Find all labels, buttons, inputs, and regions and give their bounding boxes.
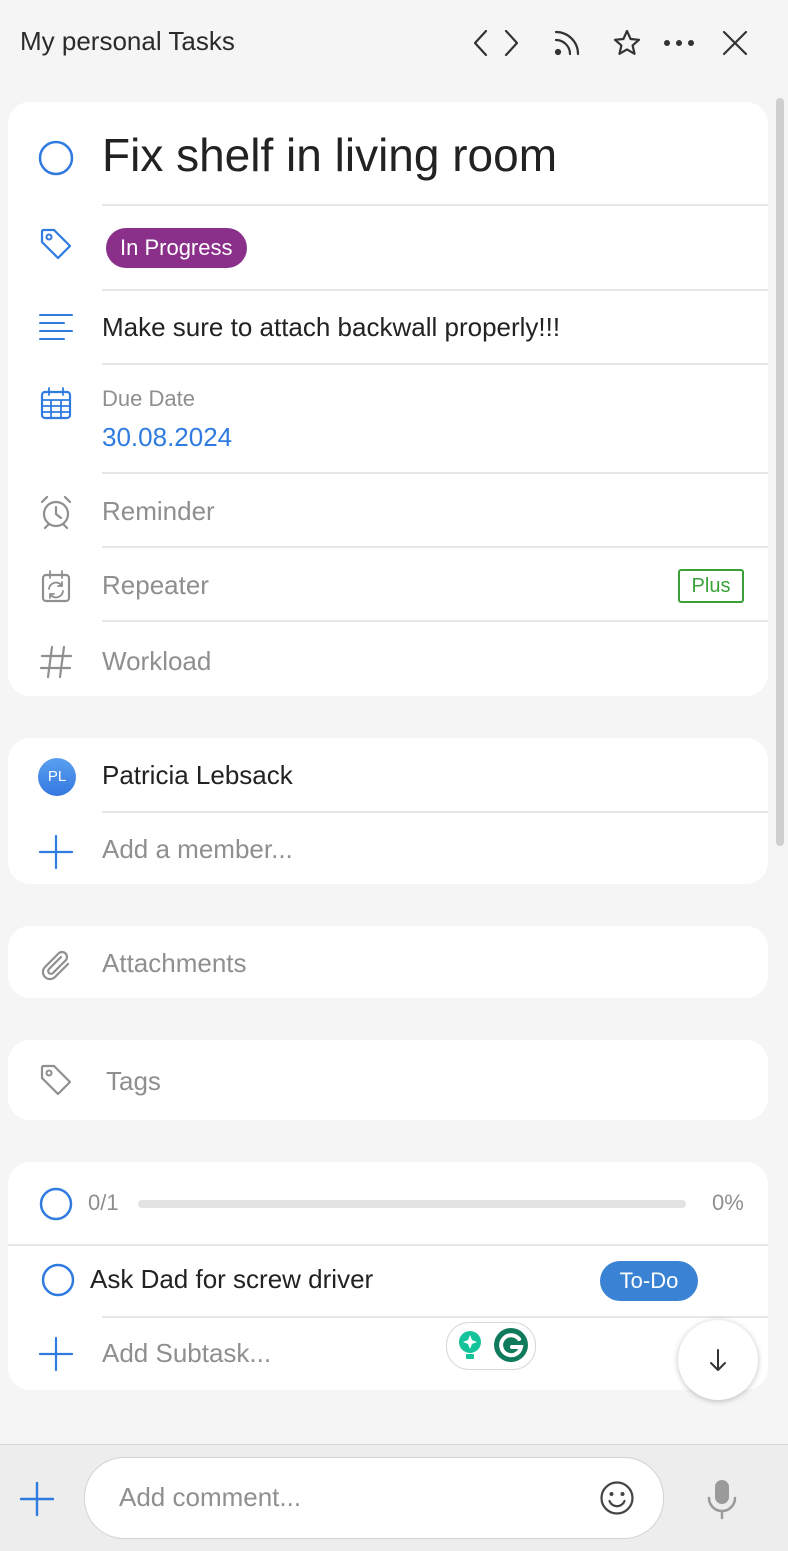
complete-task-checkbox[interactable] bbox=[38, 140, 74, 176]
scroll-down-button[interactable] bbox=[678, 1320, 758, 1400]
repeater-field[interactable]: Repeater bbox=[102, 570, 209, 601]
rss-icon[interactable] bbox=[550, 26, 584, 60]
task-details-card: Fix shelf in living room In Progress Mak… bbox=[8, 102, 768, 696]
subtask-status-badge[interactable]: To-Do bbox=[600, 1261, 698, 1301]
task-description[interactable]: Make sure to attach backwall properly!!! bbox=[102, 312, 560, 343]
repeat-calendar-icon bbox=[38, 568, 74, 604]
star-icon[interactable] bbox=[610, 26, 644, 60]
plus-badge[interactable]: Plus bbox=[678, 569, 744, 603]
comment-placeholder: Add comment... bbox=[119, 1482, 302, 1512]
description-icon bbox=[38, 310, 74, 346]
subtasks-count: 0/1 bbox=[88, 1190, 119, 1215]
task-title[interactable]: Fix shelf in living room bbox=[102, 128, 557, 182]
subtasks-status-circle bbox=[38, 1186, 74, 1222]
add-member-input[interactable]: Add a member... bbox=[102, 834, 293, 865]
status-badge[interactable]: In Progress bbox=[106, 228, 247, 268]
workload-field[interactable]: Workload bbox=[102, 646, 211, 677]
status-tag-icon bbox=[38, 226, 74, 262]
alarm-clock-icon bbox=[38, 494, 74, 530]
subtasks-percent: 0% bbox=[712, 1190, 744, 1215]
chevron-right-icon[interactable] bbox=[494, 26, 528, 60]
hash-icon bbox=[38, 644, 74, 680]
paperclip-icon bbox=[38, 946, 74, 982]
emoji-icon[interactable] bbox=[599, 1480, 635, 1516]
reminder-field[interactable]: Reminder bbox=[102, 496, 215, 527]
avatar[interactable]: PL bbox=[38, 758, 76, 796]
scrollbar[interactable] bbox=[776, 98, 784, 846]
comment-input[interactable]: Add comment... bbox=[84, 1457, 664, 1539]
grammarly-icons bbox=[459, 1328, 528, 1362]
add-subtask-input[interactable]: Add Subtask... bbox=[102, 1338, 271, 1369]
tags-card[interactable]: Tags bbox=[8, 1040, 768, 1120]
more-icon[interactable] bbox=[662, 26, 696, 60]
add-subtask-icon[interactable] bbox=[38, 1336, 74, 1372]
due-date-value[interactable]: 30.08.2024 bbox=[102, 422, 232, 453]
microphone-icon[interactable] bbox=[704, 1478, 740, 1520]
add-attachment-icon[interactable] bbox=[18, 1480, 56, 1518]
chevron-left-icon[interactable] bbox=[464, 26, 498, 60]
members-card: PL Patricia Lebsack Add a member... bbox=[8, 738, 768, 884]
tags-label: Tags bbox=[106, 1066, 161, 1096]
add-member-icon[interactable] bbox=[38, 834, 74, 870]
member-name[interactable]: Patricia Lebsack bbox=[102, 760, 293, 791]
page-title: My personal Tasks bbox=[20, 26, 235, 56]
attachments-label: Attachments bbox=[102, 948, 247, 978]
subtask-checkbox[interactable] bbox=[40, 1262, 76, 1298]
subtask-title[interactable]: Ask Dad for screw driver bbox=[90, 1264, 373, 1295]
calendar-icon bbox=[38, 386, 74, 422]
subtasks-progress-bar bbox=[138, 1200, 686, 1208]
due-date-label: Due Date bbox=[102, 386, 195, 411]
grammarly-widget[interactable] bbox=[446, 1322, 536, 1370]
attachments-card[interactable]: Attachments bbox=[8, 926, 768, 998]
close-icon[interactable] bbox=[718, 26, 752, 60]
arrow-down-icon bbox=[710, 1349, 726, 1371]
tag-icon bbox=[38, 1062, 74, 1098]
